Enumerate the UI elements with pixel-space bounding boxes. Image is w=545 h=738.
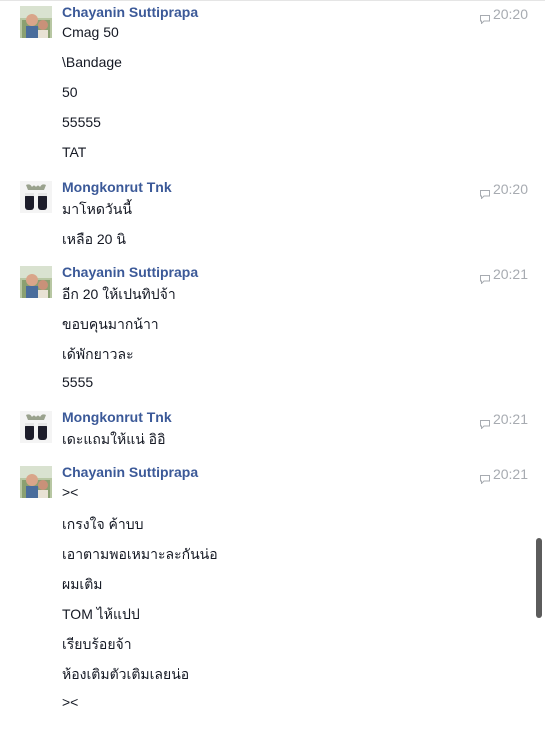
- message-line: เรียบร้อยจ้า: [62, 636, 132, 652]
- message-line: เอาตามพอเหมาะละกันน่อ: [62, 546, 218, 562]
- message-line: Cmag 50: [62, 24, 119, 40]
- scrollbar-thumb[interactable]: [536, 538, 542, 618]
- sender-name[interactable]: Mongkonrut Tnk: [62, 409, 172, 425]
- message-line: ห้องเติมตัวเติมเลยน่อ: [62, 666, 190, 682]
- message-line: เด้พักยาวละ: [62, 346, 134, 362]
- message-group: Mongkonrut Tnk 20:21 เดะแถมให้แน่ อิอิ: [0, 407, 535, 457]
- avatar[interactable]: [20, 411, 52, 443]
- timestamp-text: 20:20: [492, 6, 528, 22]
- timestamp: 20:21: [479, 466, 528, 485]
- avatar[interactable]: [20, 181, 52, 213]
- avatar[interactable]: [20, 266, 52, 298]
- message-line: อีก 20 ให้เปนทิปจ้า: [62, 286, 176, 302]
- message-line: ><: [62, 694, 79, 710]
- message-group: Mongkonrut Tnk 20:20 มาโหดวันนี้ เหลือ 2…: [0, 177, 535, 257]
- message-line: เหลือ 20 นิ: [62, 231, 126, 247]
- message-group: Chayanin Suttiprapa 20:21 >< เกรงใจ ค้าบ…: [0, 462, 535, 722]
- avatar[interactable]: [20, 6, 52, 38]
- timestamp-text: 20:21: [492, 411, 528, 427]
- timestamp-text: 20:21: [492, 266, 528, 282]
- chat-bubble-icon: [479, 11, 490, 25]
- sender-name[interactable]: Chayanin Suttiprapa: [62, 4, 198, 20]
- message-line: \Bandage: [62, 54, 122, 70]
- message-group: Chayanin Suttiprapa 20:20 Cmag 50 \Banda…: [0, 2, 535, 172]
- timestamp-text: 20:21: [492, 466, 528, 482]
- message-line: ขอบคุนมากน้าา: [62, 316, 159, 332]
- chat-bubble-icon: [479, 471, 490, 485]
- timestamp: 20:21: [479, 411, 528, 430]
- message-line: เดะแถมให้แน่ อิอิ: [62, 431, 166, 447]
- timestamp: 20:21: [479, 266, 528, 285]
- message-line: ผมเติม: [62, 576, 103, 592]
- message-group: Chayanin Suttiprapa 20:21 อีก 20 ให้เปนท…: [0, 262, 535, 402]
- avatar[interactable]: [20, 466, 52, 498]
- message-line: 5555: [62, 374, 94, 390]
- message-line: TAT: [62, 144, 87, 160]
- timestamp: 20:20: [479, 181, 528, 200]
- chat-bubble-icon: [479, 186, 490, 200]
- message-line: เกรงใจ ค้าบบ: [62, 516, 144, 532]
- timestamp-text: 20:20: [492, 181, 528, 197]
- message-line: มาโหดวันนี้: [62, 201, 132, 217]
- message-line: 55555: [62, 114, 101, 130]
- message-line: 50: [62, 84, 78, 100]
- chat-bubble-icon: [479, 416, 490, 430]
- top-border: [0, 0, 545, 1]
- sender-name[interactable]: Chayanin Suttiprapa: [62, 464, 198, 480]
- chat-bubble-icon: [479, 271, 490, 285]
- timestamp: 20:20: [479, 6, 528, 25]
- message-line: ><: [62, 484, 79, 500]
- sender-name[interactable]: Chayanin Suttiprapa: [62, 264, 198, 280]
- message-line: TOM ไห้แปป: [62, 606, 140, 622]
- sender-name[interactable]: Mongkonrut Tnk: [62, 179, 172, 195]
